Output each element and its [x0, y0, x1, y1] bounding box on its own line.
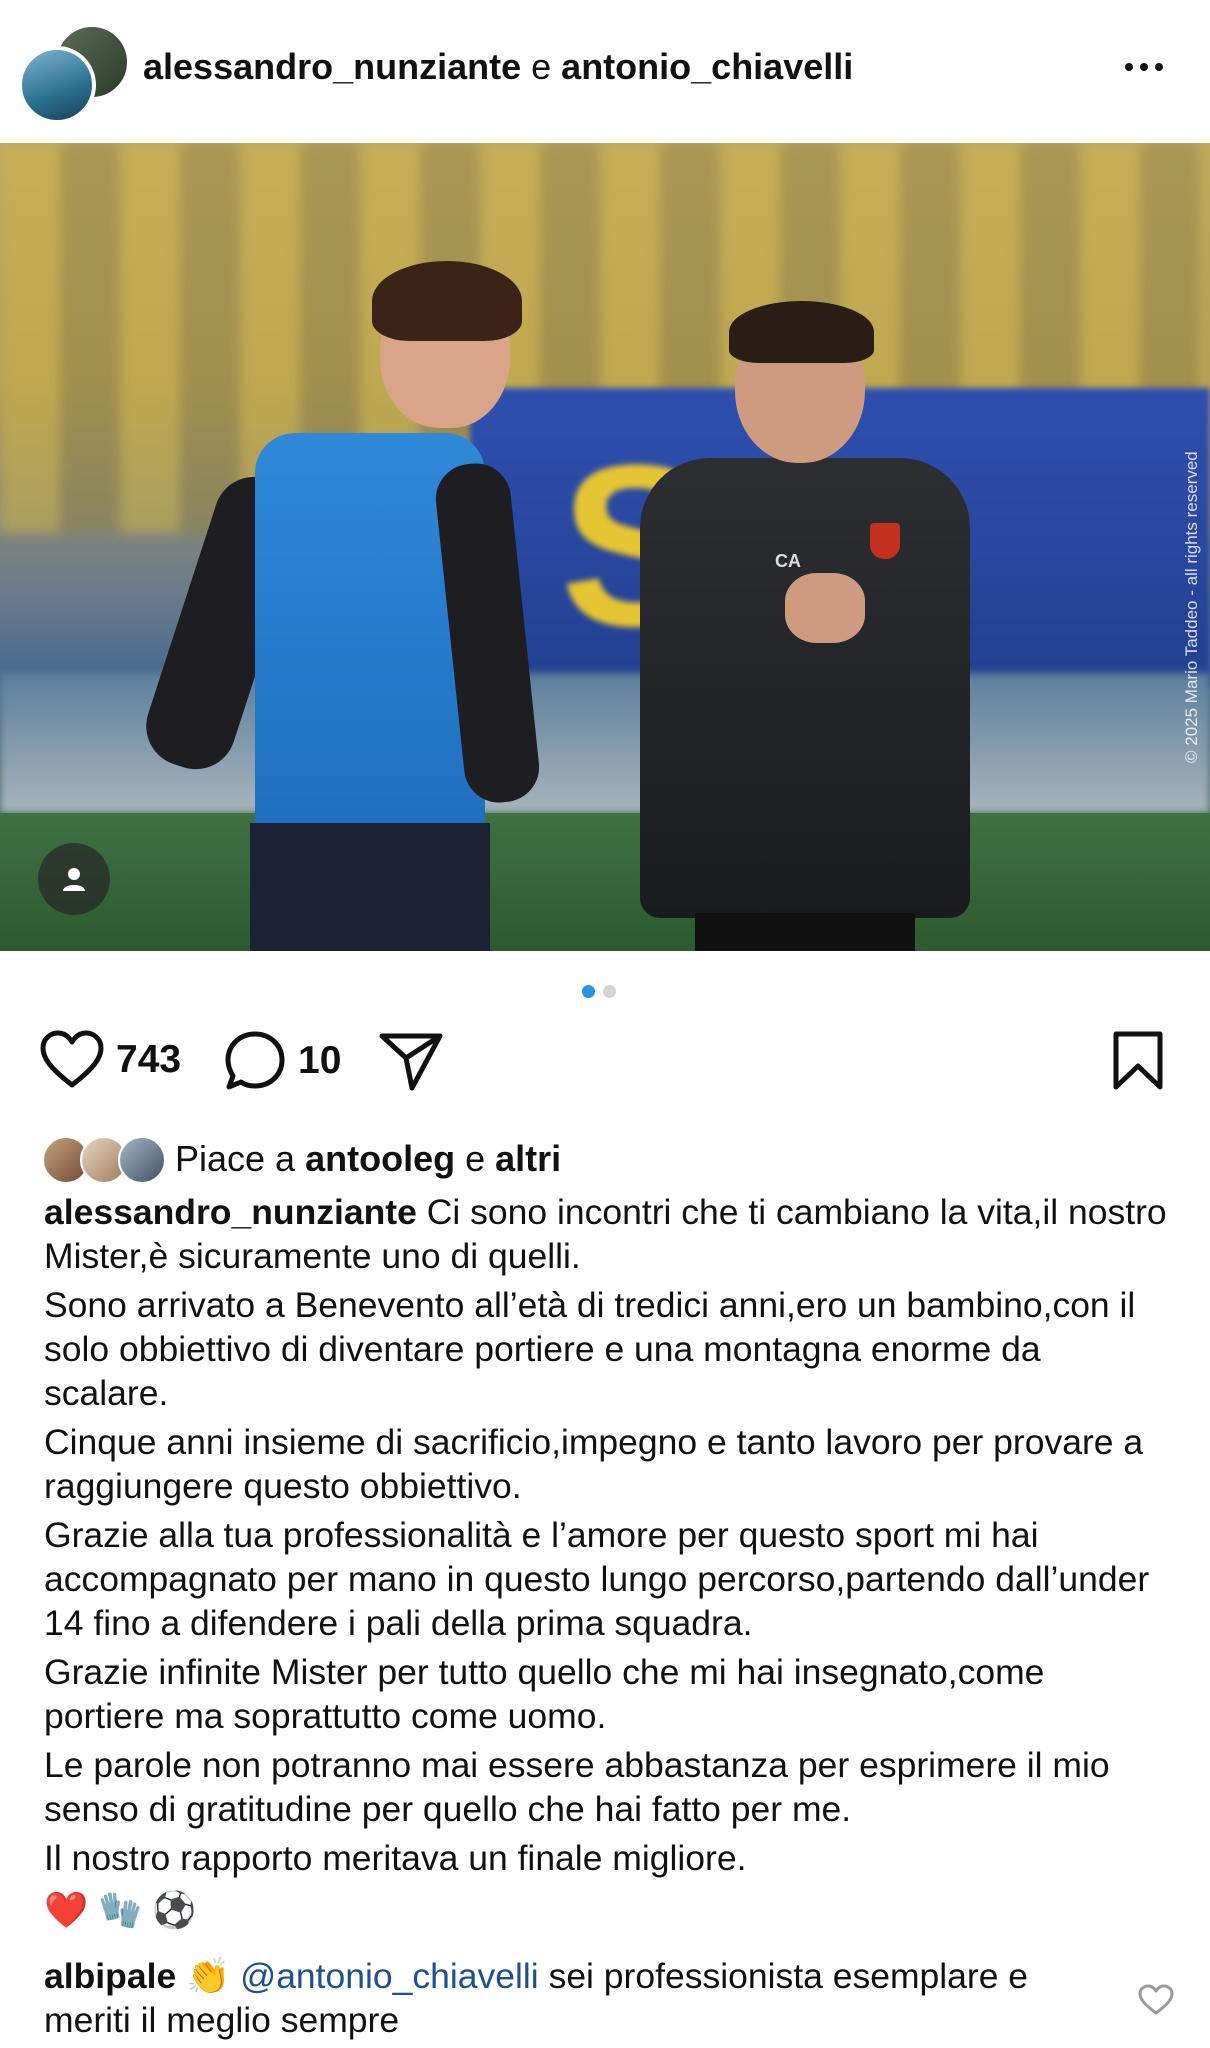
comment-mention[interactable]: @antonio_chiavelli	[240, 1956, 539, 1996]
comments-count[interactable]: 10	[298, 1039, 341, 1083]
heart-icon	[40, 1030, 104, 1088]
paper-plane-icon	[379, 1033, 443, 1091]
caption-paragraph: Grazie alla tua professionalità e l’amor…	[44, 1515, 1150, 1643]
caption-paragraph: Sono arrivato a Benevento all’età di tre…	[44, 1285, 1136, 1413]
bookmark-icon	[1113, 1031, 1163, 1090]
more-dots-icon	[1125, 63, 1133, 71]
author-link-2[interactable]: antonio_chiavelli	[561, 46, 853, 87]
carousel-indicator	[582, 985, 616, 998]
user-tags-button[interactable]	[38, 843, 110, 915]
liked-by-row[interactable]: Piace a antooleg e altri	[42, 1136, 562, 1184]
comment-bubble-icon	[225, 1031, 285, 1090]
caption-paragraph: Le parole non potranno mai essere abbast…	[44, 1745, 1110, 1829]
author-link-1[interactable]: alessandro_nunziante	[143, 46, 521, 87]
caption-paragraph: Il nostro rapporto meritava un finale mi…	[44, 1838, 747, 1878]
more-options-button[interactable]	[1125, 55, 1175, 79]
avatar-alessandro-nunziante[interactable]	[18, 46, 96, 124]
photo-watermark: © 2025 Mario Taddeo - all rights reserve…	[1182, 451, 1201, 763]
post-header: alessandro_nunziante e antonio_chiavelli	[0, 0, 1210, 143]
club-crest	[870, 523, 900, 559]
caption-paragraph: alessandro_nunziante Ci sono incontri ch…	[44, 1192, 1167, 1276]
user-tag-icon	[63, 868, 85, 891]
caption-emojis: ❤️ 🧤 ⚽	[44, 1888, 1174, 1932]
share-button[interactable]	[378, 1030, 444, 1092]
comment-item: albipale 👏 @antonio_chiavelli sei profes…	[44, 1954, 1124, 2042]
authors-conjunction: e	[531, 46, 552, 87]
red-heart-emoji: ❤️	[44, 1890, 89, 1930]
coach-figure: CA	[615, 273, 995, 951]
comment-button[interactable]: 10	[224, 1030, 341, 1092]
liker-avatars	[42, 1136, 167, 1184]
liker-username[interactable]: antooleg	[305, 1138, 455, 1179]
gloves-emoji: 🧤	[98, 1890, 143, 1930]
collab-avatars[interactable]	[18, 24, 130, 124]
liked-by-text: Piace a antooleg e altri	[175, 1138, 562, 1179]
comment-like-button[interactable]	[1138, 1984, 1174, 2021]
caption-paragraph: Grazie infinite Mister per tutto quello …	[44, 1652, 1045, 1736]
soccer-ball-emoji: ⚽	[152, 1890, 197, 1930]
post-image[interactable]: SE CA © 2025 Mario Taddeo - all rights r…	[0, 143, 1210, 951]
carousel-dot	[603, 985, 616, 998]
action-bar: 743 10	[0, 1030, 1210, 1105]
likes-count[interactable]: 743	[116, 1038, 181, 1082]
others-link[interactable]: altri	[495, 1138, 561, 1179]
carousel-dot-active	[582, 985, 595, 998]
post-caption: alessandro_nunziante Ci sono incontri ch…	[44, 1190, 1174, 1932]
clapping-emoji: 👏	[186, 1956, 231, 1996]
post-authors: alessandro_nunziante e antonio_chiavelli	[143, 46, 853, 88]
comment-username[interactable]: albipale	[44, 1956, 176, 1996]
avatar	[118, 1136, 166, 1184]
like-button[interactable]: 743	[40, 1030, 181, 1090]
caption-username[interactable]: alessandro_nunziante	[44, 1192, 417, 1232]
caption-paragraph: Cinque anni insieme di sacrificio,impegn…	[44, 1422, 1144, 1506]
save-button[interactable]	[1110, 1030, 1166, 1092]
jacket-initials: CA	[775, 551, 801, 571]
small-heart-icon	[1138, 1984, 1174, 2015]
goalkeeper-figure	[135, 203, 543, 951]
